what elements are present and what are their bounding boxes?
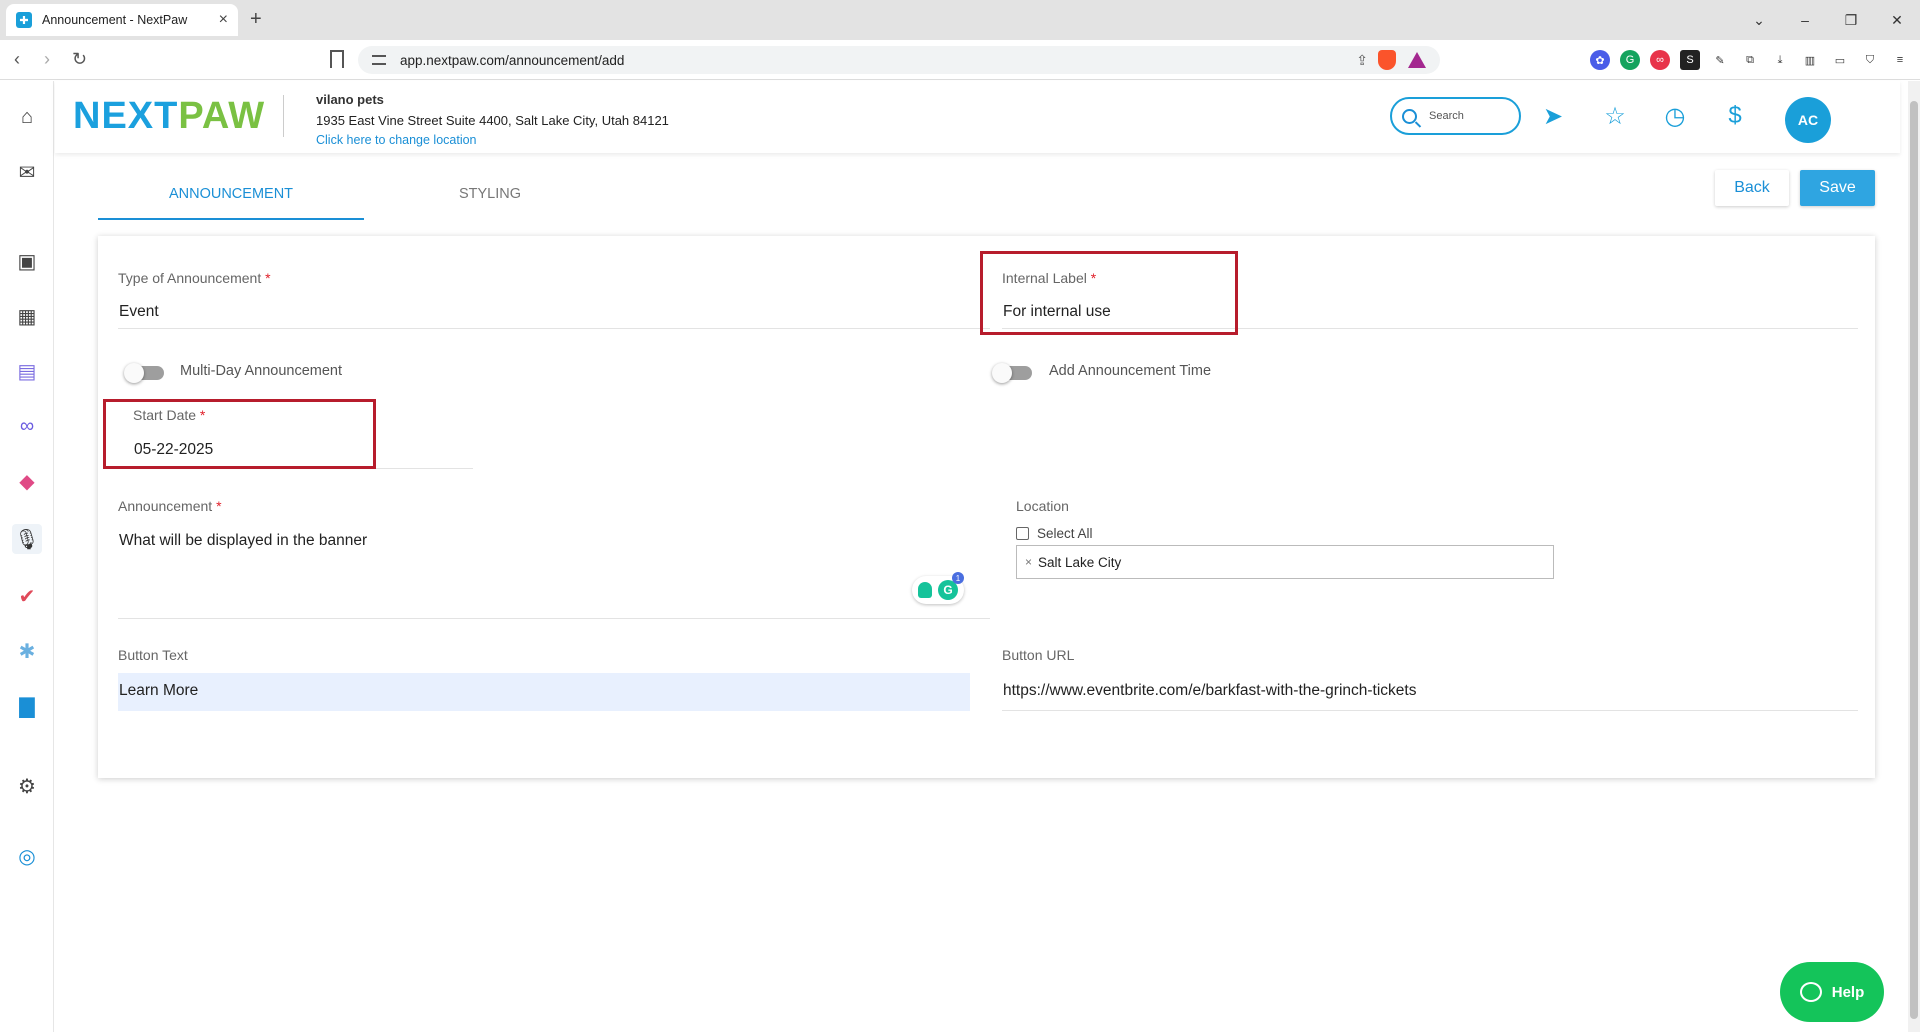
browser-tab-title: Announcement - NextPaw <box>42 13 188 27</box>
grammarly-count-badge: 1 <box>952 572 964 584</box>
business-name: vilano pets <box>316 92 384 107</box>
reload-icon[interactable]: ↻ <box>72 49 87 70</box>
share-icon[interactable]: ⇪ <box>1356 52 1368 69</box>
multi-day-toggle[interactable] <box>124 363 164 383</box>
extension-b-icon[interactable]: ∞ <box>1650 50 1670 70</box>
business-address: 1935 East Vine Street Suite 4400, Salt L… <box>316 113 669 128</box>
new-tab-icon[interactable]: + <box>250 8 262 31</box>
close-window-icon[interactable]: ✕ <box>1874 12 1920 29</box>
help-label: Help <box>1831 983 1865 1001</box>
bookmark-icon[interactable] <box>330 50 344 68</box>
browser-toolbar: ‹ › ↻ app.nextpaw.com/announcement/add ⇪… <box>0 40 1920 80</box>
gifts-icon[interactable]: ✱ <box>12 636 42 666</box>
search-placeholder: Search <box>1429 110 1464 122</box>
tab-styling[interactable]: STYLING <box>380 178 600 220</box>
send-paper-plane-icon[interactable]: ➤ <box>1538 101 1568 131</box>
brave-shields-icon[interactable] <box>1378 50 1396 70</box>
announcement-form-card: Type of Announcement * Event Internal La… <box>98 236 1875 778</box>
type-of-announcement-label: Type of Announcement * <box>118 270 271 286</box>
internal-label-highlight <box>980 251 1238 335</box>
help-button[interactable]: Help <box>1780 962 1884 1022</box>
select-all-label: Select All <box>1037 526 1093 541</box>
button-text-field-bg <box>118 673 970 711</box>
remove-location-icon[interactable]: × <box>1025 555 1032 569</box>
home-icon[interactable]: ⌂ <box>12 102 42 132</box>
wallet-icon[interactable]: ▭ <box>1830 50 1850 70</box>
tickets-icon[interactable]: ▤ <box>12 356 42 386</box>
app-header: NEXTPAW vilano pets 1935 East Vine Stree… <box>55 81 1900 153</box>
eyedropper-icon[interactable]: ✎ <box>1710 50 1730 70</box>
restore-icon[interactable]: ❐ <box>1828 12 1874 29</box>
browser-tab[interactable]: ✚ Announcement - NextPaw × <box>6 4 238 36</box>
nextpaw-favicon-icon: ✚ <box>16 12 32 28</box>
button-url-underline <box>1002 710 1858 711</box>
add-time-toggle[interactable] <box>992 363 1032 383</box>
minimize-icon[interactable]: – <box>1782 12 1828 28</box>
button-text-label: Button Text <box>118 647 188 663</box>
multi-day-label: Multi-Day Announcement <box>180 363 342 379</box>
nextpaw-logo[interactable]: NEXTPAW <box>73 95 265 138</box>
button-text-input[interactable]: Learn More <box>119 682 198 700</box>
change-location-link[interactable]: Click here to change location <box>316 133 477 147</box>
back-arrow-icon[interactable]: ‹ <box>14 49 20 70</box>
type-underline <box>118 328 990 329</box>
forward-arrow-icon[interactable]: › <box>44 49 50 70</box>
location-chip: Salt Lake City <box>1038 554 1122 570</box>
header-divider <box>283 95 284 137</box>
window-controls: ⌄ – ❐ ✕ <box>1736 0 1920 40</box>
extension-a-icon[interactable]: ✿ <box>1590 50 1610 70</box>
add-time-label: Add Announcement Time <box>1049 363 1212 379</box>
training-icon[interactable]: ◎ <box>12 841 42 871</box>
user-avatar[interactable]: AC <box>1785 97 1831 143</box>
messages-icon[interactable]: ✉ <box>12 157 42 187</box>
loyalty-icon[interactable]: ◆ <box>12 466 42 496</box>
close-tab-icon[interactable]: × <box>219 11 228 29</box>
button-url-input[interactable]: https://www.eventbrite.com/e/barkfast-wi… <box>1003 682 1416 700</box>
announcement-microphone-icon[interactable]: 🎙 <box>12 524 42 554</box>
search-icon <box>1402 108 1417 124</box>
extension-s-icon[interactable]: S <box>1680 50 1700 70</box>
url-text: app.nextpaw.com/announcement/add <box>400 52 625 68</box>
billing-icon[interactable]: $ <box>1720 101 1750 131</box>
back-button[interactable]: Back <box>1715 170 1789 206</box>
tab-announcement[interactable]: ANNOUNCEMENT <box>98 178 364 220</box>
start-date-highlight <box>103 399 376 469</box>
feedback-thumbs-icon[interactable]: ☆ <box>1600 101 1630 131</box>
grammarly-extension-icon[interactable]: G <box>1620 50 1640 70</box>
chat-bubble-icon <box>1799 982 1822 1002</box>
app-sidebar: ⌂ ✉ ▣ ▦ ▤ ∞ ◆ 🎙 ✔ ✱ ▇ ⚙ ◎ <box>0 81 54 1032</box>
announcement-underline <box>118 618 990 619</box>
extension-icons: ✿ G ∞ S ✎ ⧉ ⤓ ▥ ▭ ⛉ ≡ <box>1590 50 1910 70</box>
announcement-label: Announcement * <box>118 498 222 514</box>
save-button[interactable]: Save <box>1800 170 1875 206</box>
button-url-label: Button URL <box>1002 647 1075 663</box>
type-of-announcement-select[interactable]: Event <box>119 303 159 321</box>
extensions-puzzle-icon[interactable]: ⧉ <box>1740 50 1760 70</box>
site-settings-icon[interactable] <box>372 55 386 65</box>
scroll-thumb[interactable] <box>1910 101 1918 1019</box>
brave-rewards-icon[interactable] <box>1408 52 1426 68</box>
location-multiselect[interactable]: × Salt Lake City <box>1016 545 1554 579</box>
reviews-icon[interactable]: ✔ <box>12 581 42 611</box>
register-icon[interactable]: ▣ <box>12 246 42 276</box>
reports-chart-icon[interactable]: ▇ <box>12 691 42 721</box>
select-all-checkbox[interactable] <box>1016 527 1029 540</box>
announcement-textarea[interactable]: What will be displayed in the banner <box>119 532 367 550</box>
location-label: Location <box>1016 498 1069 514</box>
tab-list-chevron-icon[interactable]: ⌄ <box>1736 12 1782 29</box>
grammarly-bulb-icon <box>918 582 932 598</box>
menu-icon[interactable]: ≡ <box>1890 50 1910 70</box>
grammarly-widget[interactable]: G 1 <box>912 572 964 604</box>
page-scrollbar[interactable] <box>1908 81 1920 1032</box>
link-icon[interactable]: ∞ <box>12 411 42 441</box>
browser-tabbar: ✚ Announcement - NextPaw × + ⌄ – ❐ ✕ <box>0 0 1920 40</box>
vpn-shield-icon[interactable]: ⛉ <box>1860 50 1880 70</box>
history-clock-icon[interactable]: ◷ <box>1660 101 1690 131</box>
downloads-icon[interactable]: ⤓ <box>1770 50 1790 70</box>
settings-icon[interactable]: ⚙ <box>12 771 42 801</box>
header-search[interactable]: Search <box>1390 97 1521 135</box>
address-bar[interactable]: app.nextpaw.com/announcement/add ⇪ <box>358 46 1440 74</box>
sidebar-icon[interactable]: ▥ <box>1800 50 1820 70</box>
building-icon[interactable]: ▦ <box>12 301 42 331</box>
